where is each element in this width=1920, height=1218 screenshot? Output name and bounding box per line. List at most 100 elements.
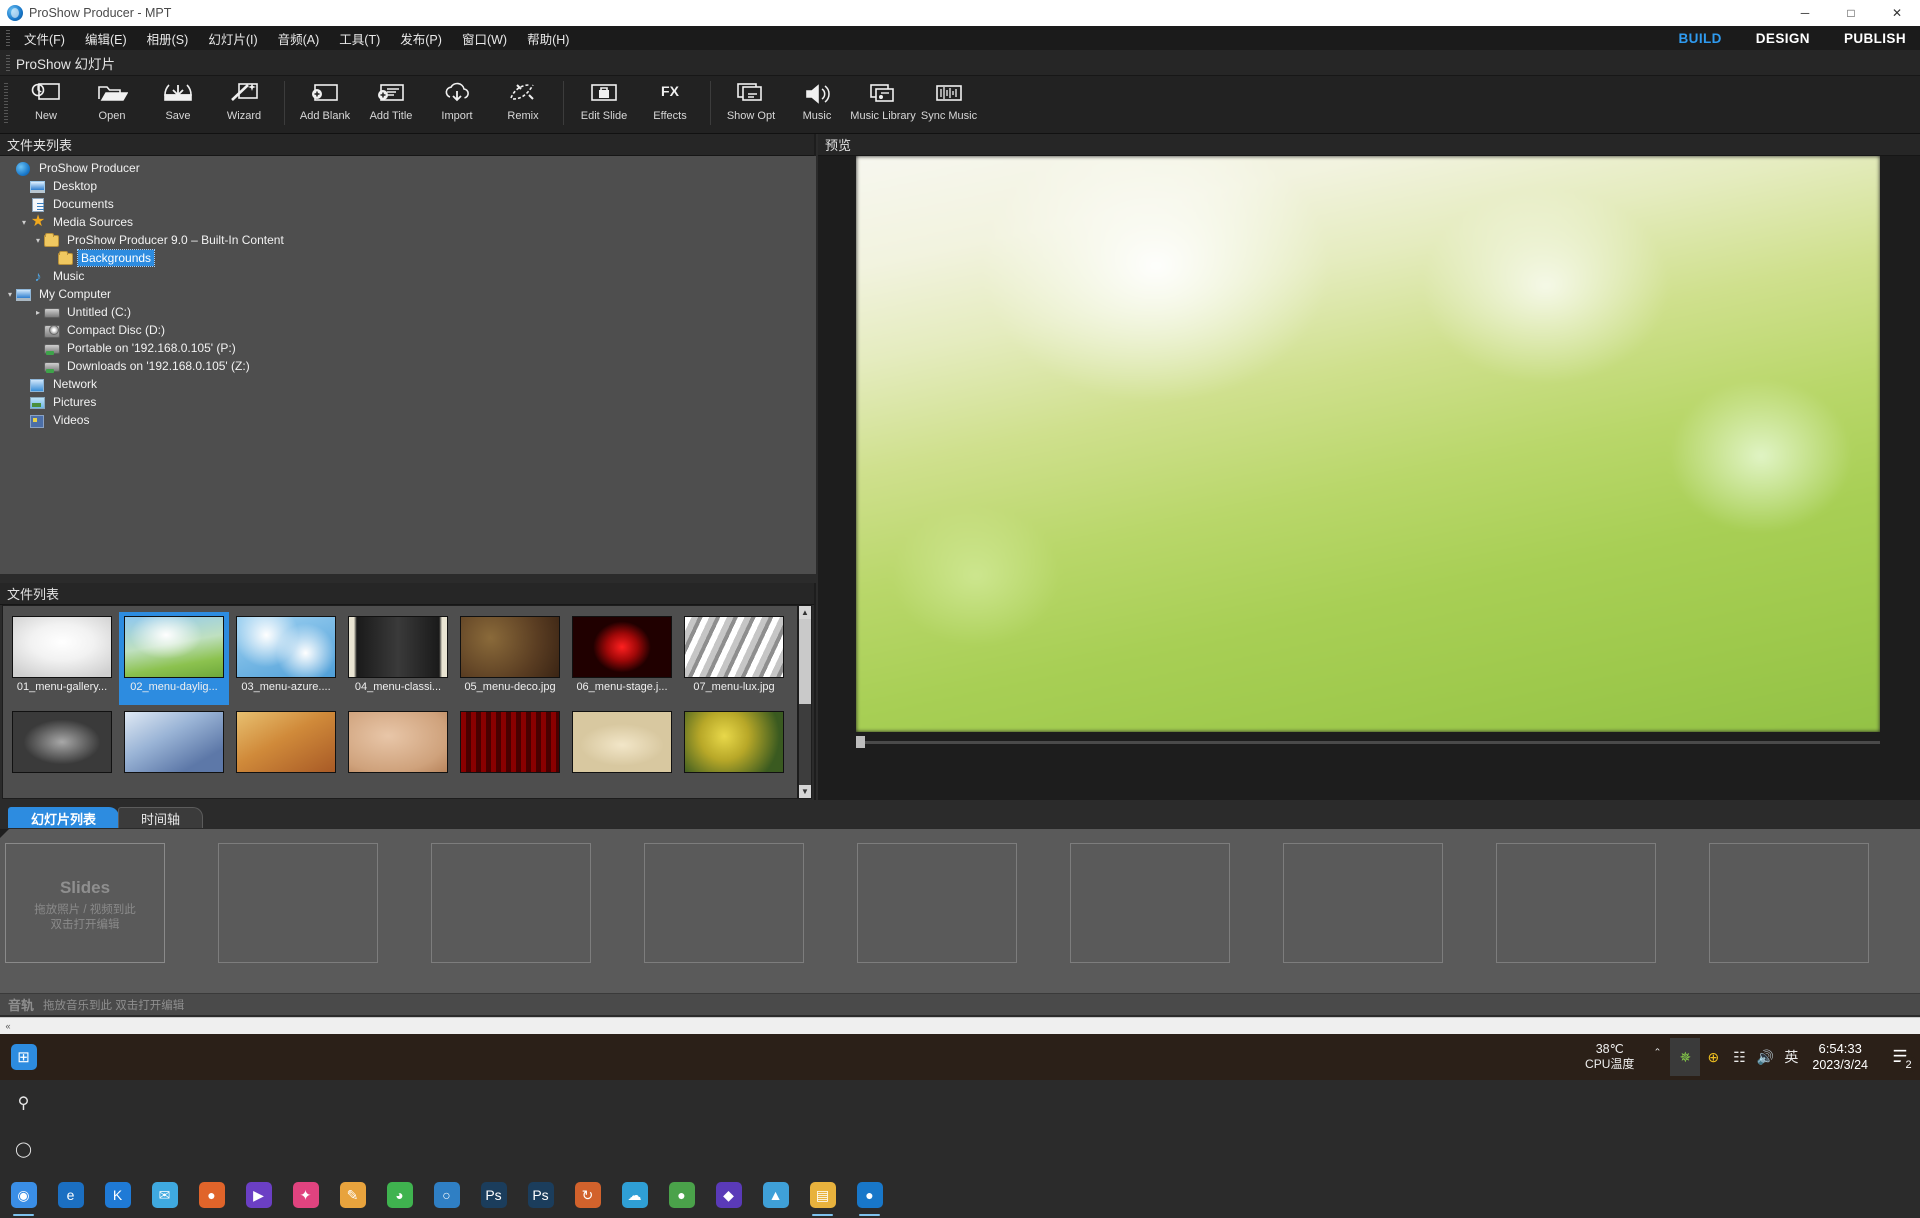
- file-thumbnail-grid[interactable]: 01_menu-gallery... 02_menu-daylig... 03_me…: [2, 605, 798, 799]
- taskbar-app-media-player[interactable]: ▶: [235, 1172, 282, 1218]
- maximize-button[interactable]: □: [1828, 0, 1874, 26]
- taskbar-app-kingsoft[interactable]: K: [94, 1172, 141, 1218]
- scrollbar-thumb[interactable]: [799, 619, 811, 704]
- file-thumbnail-cell[interactable]: [119, 707, 229, 798]
- toolbar-button-music[interactable]: Music: [784, 76, 850, 132]
- file-thumbnail-cell[interactable]: 07_menu-lux.jpg: [679, 612, 789, 705]
- tab-slide-list[interactable]: 幻灯片列表: [8, 807, 120, 828]
- tree-item-music[interactable]: ♪ Music: [0, 267, 816, 285]
- file-thumbnail-cell[interactable]: 06_menu-stage.j...: [567, 612, 677, 705]
- file-thumbnail-cell[interactable]: 03_menu-azure....: [231, 612, 341, 705]
- tree-item-my-computer[interactable]: ▾ My Computer: [0, 285, 816, 303]
- update-tray-icon[interactable]: ⊕: [1700, 1042, 1726, 1072]
- taskbar-app-chrome[interactable]: ◉: [0, 1172, 47, 1218]
- task-view-button[interactable]: ◯: [0, 1126, 47, 1172]
- close-button[interactable]: ✕: [1874, 0, 1920, 26]
- tree-item-downloads-on-192-168-0-105-z[interactable]: Downloads on '192.168.0.105' (Z:): [0, 357, 816, 375]
- menu-show[interactable]: 相册(S): [137, 26, 199, 51]
- toolbar-button-edit-slide[interactable]: Edit Slide: [571, 76, 637, 132]
- taskbar-app-bird[interactable]: ▲: [752, 1172, 799, 1218]
- taskbar-app-converter[interactable]: ↻: [564, 1172, 611, 1218]
- toolbar-button-import[interactable]: Import: [424, 76, 490, 132]
- slide-placeholder[interactable]: [431, 843, 591, 963]
- mode-tab-publish[interactable]: PUBLISH: [1844, 31, 1906, 46]
- toolbar-button-sync-music[interactable]: Sync Music: [916, 76, 982, 132]
- toolbar-button-open[interactable]: Open: [79, 76, 145, 132]
- file-thumbnail-cell[interactable]: 02_menu-daylig...: [119, 612, 229, 705]
- slide-placeholder[interactable]: [644, 843, 804, 963]
- taskbar-app-edge[interactable]: e: [47, 1172, 94, 1218]
- file-thumbnail-cell[interactable]: 05_menu-deco.jpg: [455, 612, 565, 705]
- clock-widget[interactable]: 6:54:33 2023/3/24: [1812, 1040, 1868, 1074]
- scroll-down-arrow[interactable]: ▼: [799, 785, 811, 798]
- file-thumbnail-cell[interactable]: [343, 707, 453, 798]
- mode-tab-design[interactable]: DESIGN: [1756, 31, 1810, 46]
- start-button[interactable]: ⊞: [0, 1034, 47, 1080]
- slide-strip[interactable]: Slides 拖放照片 / 视频到此 双击打开编辑: [0, 828, 1920, 993]
- tree-item-backgrounds[interactable]: Backgrounds: [0, 249, 816, 267]
- taskbar-app-photo-editor[interactable]: ✦: [282, 1172, 329, 1218]
- scrub-knob[interactable]: [856, 736, 865, 748]
- menu-window[interactable]: 窗口(W): [452, 26, 517, 51]
- toolbar-button-add-blank[interactable]: Add Blank: [292, 76, 358, 132]
- file-thumbnail-cell[interactable]: [455, 707, 565, 798]
- file-thumbnail-cell[interactable]: 01_menu-gallery...: [7, 612, 117, 705]
- tree-item-media-sources[interactable]: ▾ ★ Media Sources: [0, 213, 816, 231]
- tree-expander-icon[interactable]: ▾: [4, 290, 16, 299]
- toolbar-button-wizard[interactable]: Wizard: [211, 76, 277, 132]
- file-thumbnail-cell[interactable]: 04_menu-classi...: [343, 612, 453, 705]
- file-thumbnail-cell[interactable]: [7, 707, 117, 798]
- toolbar-button-add-title[interactable]: Add Title: [358, 76, 424, 132]
- tree-item-proshow-producer[interactable]: ProShow Producer: [0, 159, 816, 177]
- tree-item-compact-disc-d[interactable]: Compact Disc (D:): [0, 321, 816, 339]
- tree-expander-icon[interactable]: ▾: [18, 218, 30, 227]
- taskbar-app-mail[interactable]: ✉: [141, 1172, 188, 1218]
- folder-tree[interactable]: ProShow Producer Desktop Documents ▾ ★ Media …: [0, 156, 816, 574]
- taskbar-app-designer[interactable]: ◆: [705, 1172, 752, 1218]
- taskbar-app-proshow[interactable]: ●: [846, 1172, 893, 1218]
- tree-item-pictures[interactable]: Pictures: [0, 393, 816, 411]
- taskbar-app-notes[interactable]: ✎: [329, 1172, 376, 1218]
- tree-item-network[interactable]: Network: [0, 375, 816, 393]
- taskbar-app-wechat[interactable]: ◕: [376, 1172, 423, 1218]
- taskbar-app-browser2[interactable]: ●: [658, 1172, 705, 1218]
- horizontal-scrollbar[interactable]: «: [0, 1017, 1920, 1034]
- scroll-up-arrow[interactable]: ▲: [799, 606, 811, 619]
- file-list-scrollbar[interactable]: ▲ ▼: [798, 605, 812, 799]
- toolbar-button-remix[interactable]: Remix: [490, 76, 556, 132]
- menu-publish[interactable]: 发布(P): [390, 26, 452, 51]
- file-thumbnail-cell[interactable]: [231, 707, 341, 798]
- ime-tray-icon[interactable]: 英: [1778, 1042, 1804, 1072]
- scroll-left-arrow[interactable]: «: [0, 1018, 16, 1034]
- taskbar-app-cloud-drive[interactable]: ☁: [611, 1172, 658, 1218]
- file-thumbnail-cell[interactable]: [567, 707, 677, 798]
- toolbar-button-effects[interactable]: FX Effects: [637, 76, 703, 132]
- slide-placeholder[interactable]: [857, 843, 1017, 963]
- menu-edit[interactable]: 编辑(E): [75, 26, 137, 51]
- taskbar-app-camera[interactable]: ○: [423, 1172, 470, 1218]
- taskbar-app-explorer[interactable]: ▤: [799, 1172, 846, 1218]
- minimize-button[interactable]: ─: [1782, 0, 1828, 26]
- search-button[interactable]: ⚲: [0, 1080, 47, 1126]
- toolbar-button-new[interactable]: New: [13, 76, 79, 132]
- tree-item-desktop[interactable]: Desktop: [0, 177, 816, 195]
- menu-tools[interactable]: 工具(T): [329, 26, 390, 51]
- taskbar-app-photoshop[interactable]: Ps: [470, 1172, 517, 1218]
- volume-tray-icon[interactable]: 🔊: [1752, 1042, 1778, 1072]
- slide-placeholder[interactable]: [218, 843, 378, 963]
- toolbar-button-music-library[interactable]: Music Library: [850, 76, 916, 132]
- tab-timeline[interactable]: 时间轴: [118, 807, 204, 828]
- taskbar-app-photoshop2[interactable]: Ps: [517, 1172, 564, 1218]
- tree-item-portable-on-192-168-0-105-p[interactable]: Portable on '192.168.0.105' (P:): [0, 339, 816, 357]
- slide-placeholder[interactable]: [1070, 843, 1230, 963]
- tree-item-documents[interactable]: Documents: [0, 195, 816, 213]
- slide-placeholder[interactable]: [1496, 843, 1656, 963]
- network-tray-icon[interactable]: ☷: [1726, 1042, 1752, 1072]
- menu-help[interactable]: 帮助(H): [517, 26, 579, 51]
- tree-expander-icon[interactable]: ▸: [32, 308, 44, 317]
- mode-tab-build[interactable]: BUILD: [1679, 31, 1722, 46]
- nvidia-tray-icon[interactable]: ✵: [1670, 1038, 1701, 1076]
- toolbar-button-save[interactable]: Save: [145, 76, 211, 132]
- menu-audio[interactable]: 音频(A): [268, 26, 330, 51]
- notification-center-button[interactable]: ☰ 2: [1880, 1034, 1920, 1080]
